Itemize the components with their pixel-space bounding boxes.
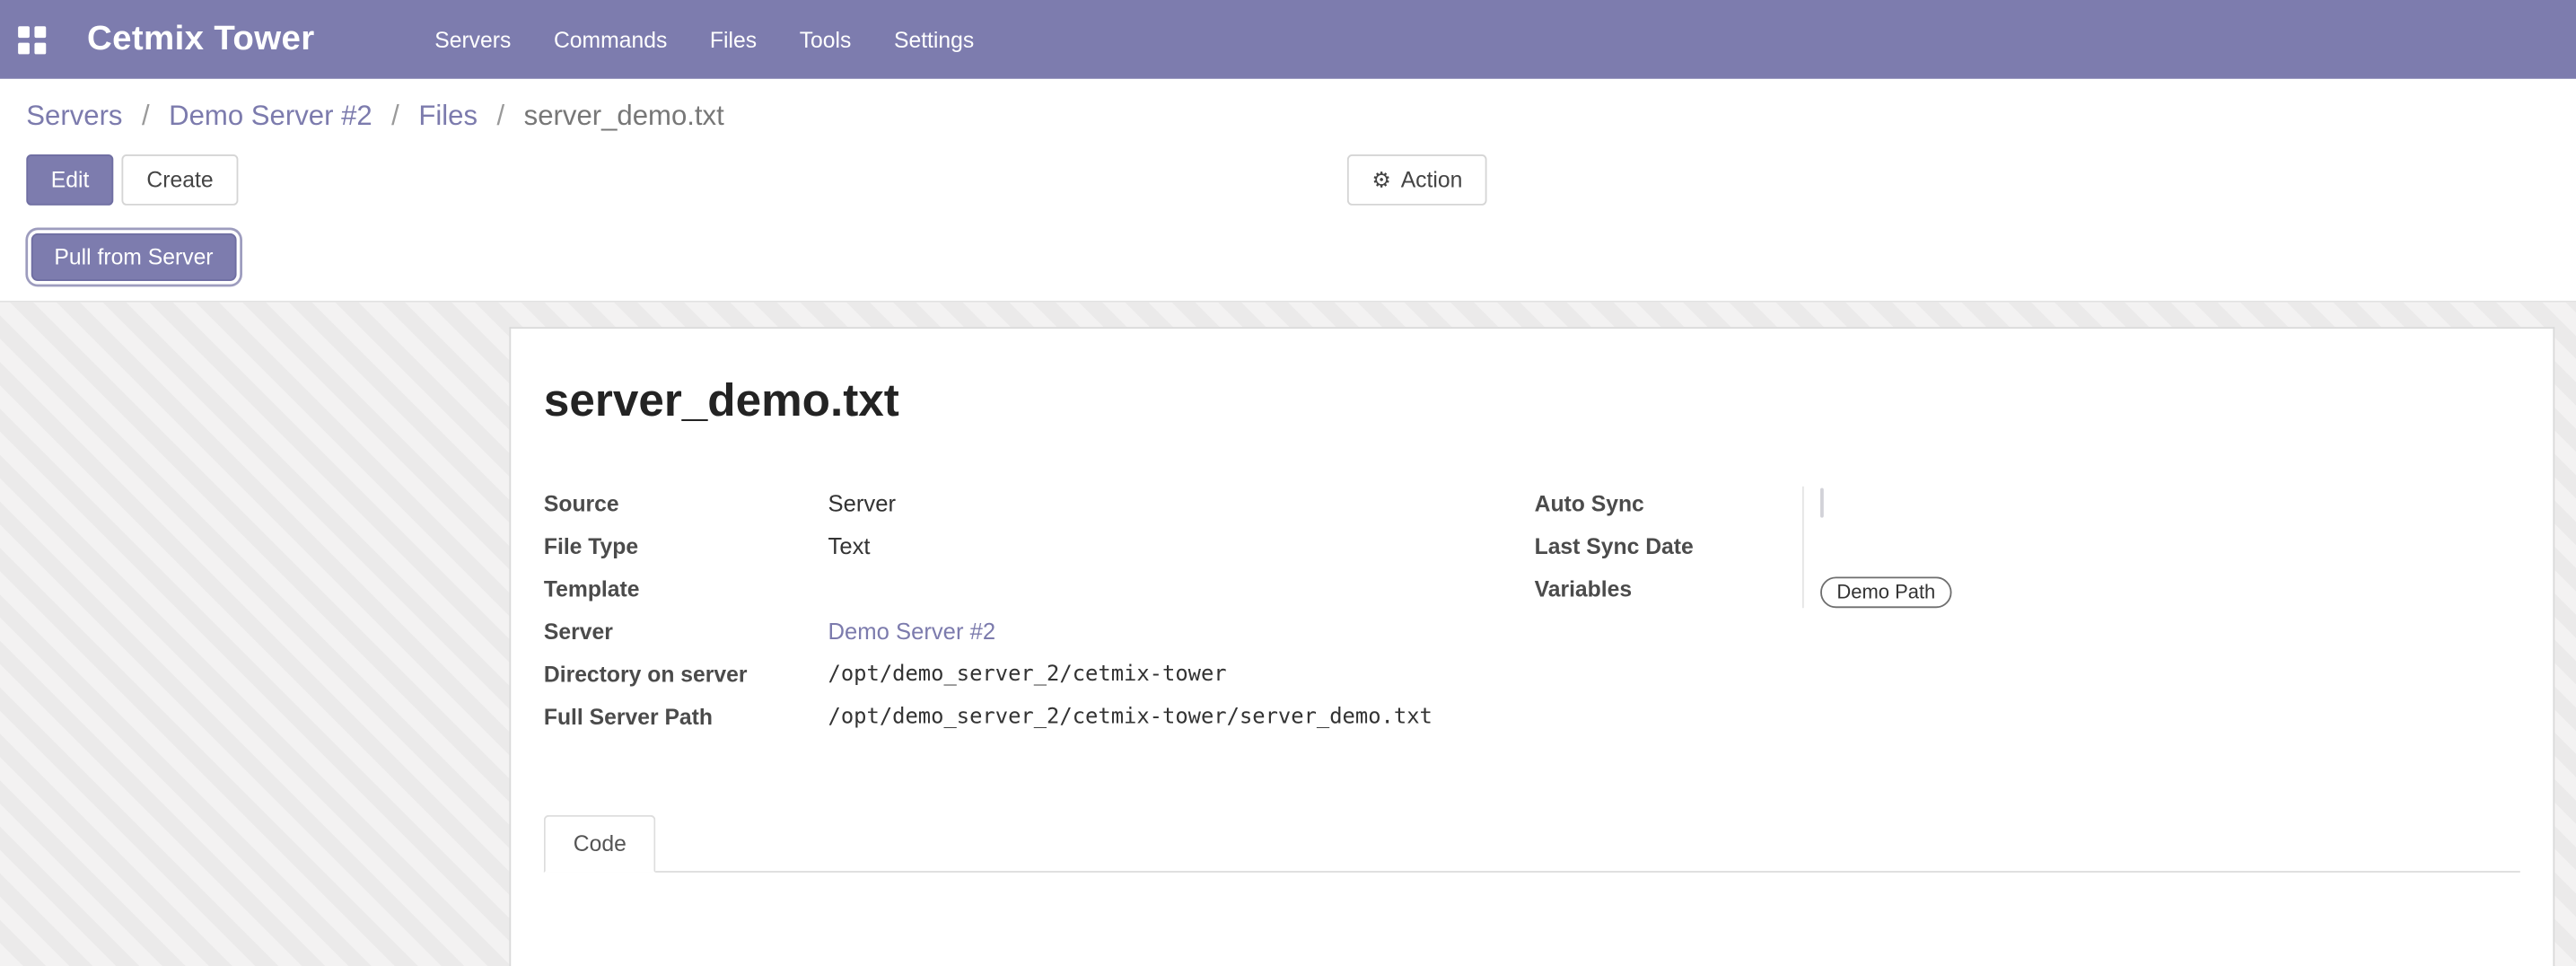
breadcrumb-servers[interactable]: Servers: [26, 101, 122, 132]
field-row-file-type: File Type Text: [544, 526, 1535, 569]
action-menu-area: ⚙ Action: [1347, 154, 1487, 206]
form-statusbar: Pull from Server: [0, 220, 2576, 303]
form-view-background: server_demo.txt Source Server File Type …: [0, 303, 2576, 966]
field-row-last-sync-date: Last Sync Date: [1535, 526, 2520, 569]
brand-title[interactable]: Cetmix Tower: [87, 20, 315, 59]
field-label-auto-sync: Auto Sync: [1535, 483, 1802, 524]
field-value-last-sync-date: [1802, 526, 1820, 536]
field-label-directory: Directory on server: [544, 654, 828, 695]
field-label-template: Template: [544, 568, 828, 610]
field-group-left: Source Server File Type Text Template Se…: [544, 483, 1535, 740]
main-menu: Servers Commands Files Tools Settings: [413, 4, 995, 75]
menu-commands[interactable]: Commands: [532, 4, 688, 75]
breadcrumb-separator: /: [391, 101, 399, 132]
action-button[interactable]: ⚙ Action: [1347, 154, 1487, 206]
control-panel: Servers / Demo Server #2 / Files / serve…: [0, 79, 2576, 220]
field-value-source: Server: [828, 483, 896, 524]
form-sheet: server_demo.txt Source Server File Type …: [509, 327, 2554, 966]
field-row-server: Server Demo Server #2: [544, 611, 1535, 654]
breadcrumb-current: server_demo.txt: [524, 101, 724, 132]
gear-icon: ⚙: [1371, 170, 1390, 191]
field-label-full-path: Full Server Path: [544, 697, 828, 738]
field-label-last-sync-date: Last Sync Date: [1535, 526, 1802, 567]
breadcrumb-files[interactable]: Files: [418, 101, 478, 132]
field-row-auto-sync: Auto Sync: [1535, 483, 2520, 526]
field-group-right: Auto Sync Last Sync Date Variables Demo …: [1535, 483, 2520, 740]
field-value-variables: Demo Path: [1802, 568, 1952, 612]
notebook-tabs: Code: [544, 815, 2520, 873]
app-window: Cetmix Tower Servers Commands Files Tool…: [0, 0, 2576, 963]
edit-button[interactable]: Edit: [26, 154, 113, 206]
create-button[interactable]: Create: [122, 154, 238, 206]
record-buttons: Edit Create: [26, 154, 238, 206]
field-value-directory: /opt/demo_server_2/cetmix-tower: [828, 654, 1227, 695]
pull-from-server-button[interactable]: Pull from Server: [31, 233, 236, 281]
menu-files[interactable]: Files: [688, 4, 778, 75]
action-button-label: Action: [1401, 168, 1463, 192]
field-label-source: Source: [544, 483, 828, 524]
field-label-server: Server: [544, 611, 828, 653]
field-value-file-type: Text: [828, 526, 871, 567]
breadcrumb: Servers / Demo Server #2 / Files / serve…: [26, 101, 2549, 134]
field-value-full-path: /opt/demo_server_2/cetmix-tower/server_d…: [828, 697, 1433, 738]
breadcrumb-separator: /: [142, 101, 150, 132]
button-row: Edit Create ⚙ Action: [26, 154, 2549, 206]
auto-sync-checkbox[interactable]: [1820, 488, 1824, 518]
field-row-directory: Directory on server /opt/demo_server_2/c…: [544, 654, 1535, 697]
breadcrumb-separator: /: [497, 101, 505, 132]
field-label-variables: Variables: [1535, 568, 1802, 610]
field-row-variables: Variables Demo Path: [1535, 568, 2520, 612]
top-navbar: Cetmix Tower Servers Commands Files Tool…: [0, 0, 2576, 79]
menu-tools[interactable]: Tools: [778, 4, 872, 75]
field-label-file-type: File Type: [544, 526, 828, 567]
apps-grid-icon[interactable]: [18, 25, 46, 53]
field-groups: Source Server File Type Text Template Se…: [544, 483, 2520, 740]
code-tab-content: [544, 873, 2520, 966]
tab-code[interactable]: Code: [544, 815, 656, 873]
field-row-template: Template: [544, 568, 1535, 611]
menu-servers[interactable]: Servers: [413, 4, 532, 75]
field-row-full-path: Full Server Path /opt/demo_server_2/cetm…: [544, 697, 1535, 740]
record-title: server_demo.txt: [544, 374, 2520, 427]
menu-settings[interactable]: Settings: [872, 4, 995, 75]
field-row-source: Source Server: [544, 483, 1535, 526]
server-link[interactable]: Demo Server #2: [828, 611, 996, 653]
field-value-auto-sync: [1802, 483, 1824, 524]
variable-tag-demo-path[interactable]: Demo Path: [1820, 576, 1951, 608]
breadcrumb-demo-server[interactable]: Demo Server #2: [169, 101, 372, 132]
